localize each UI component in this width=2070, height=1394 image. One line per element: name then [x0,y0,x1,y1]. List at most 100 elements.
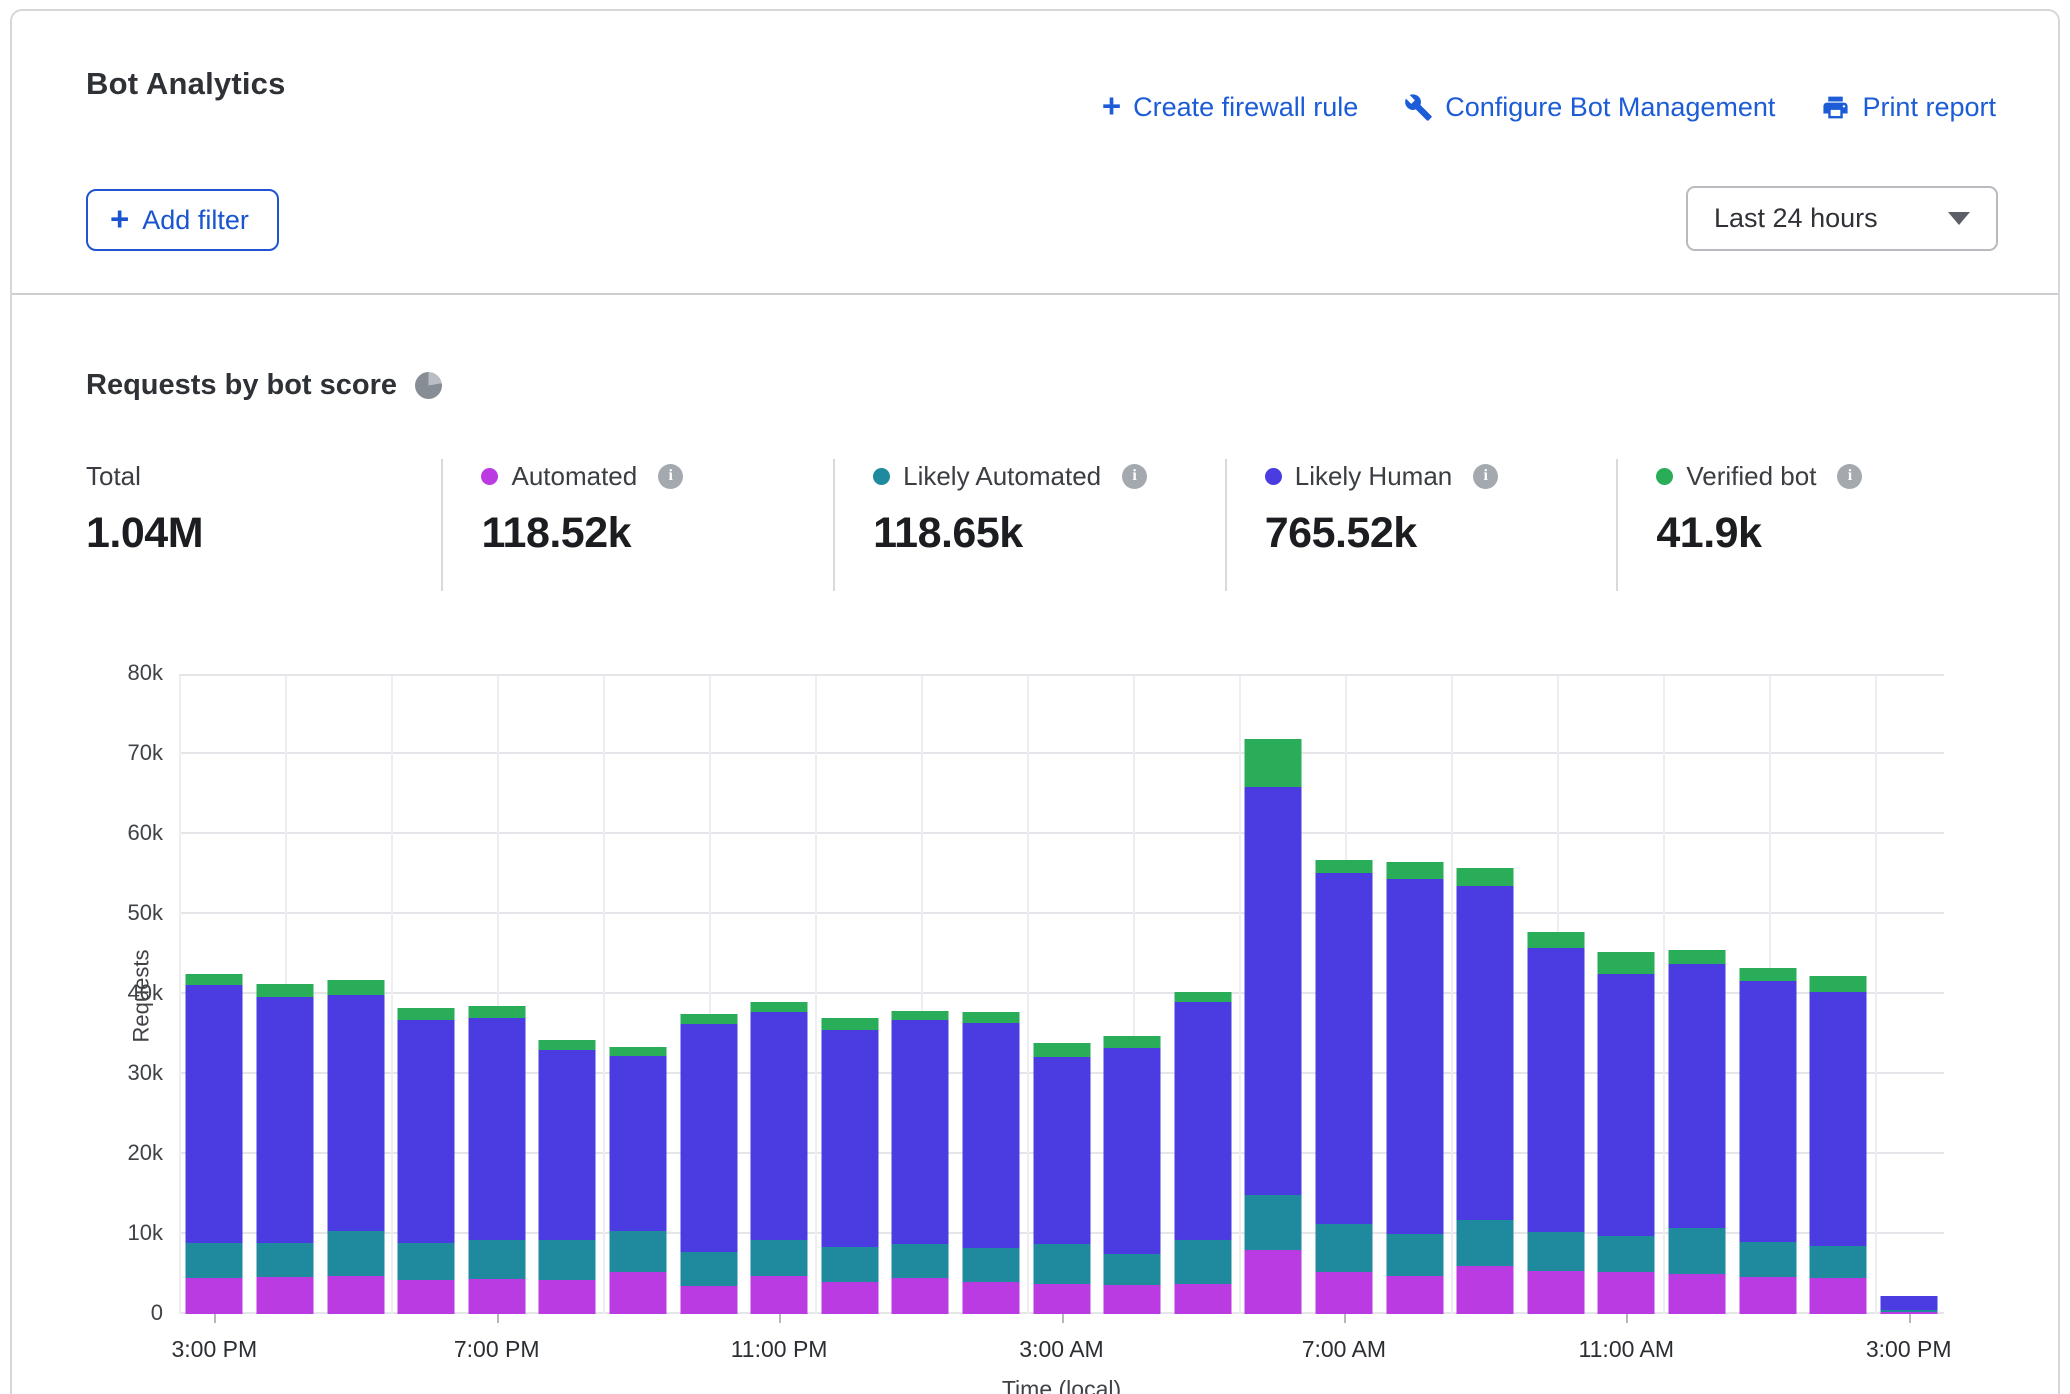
pie-chart-icon [415,372,442,399]
bar-19-900am[interactable] [1457,868,1514,1314]
y-tick-label-0: 0 [73,1300,163,1326]
bar-segment-likely-automated [256,1243,313,1277]
bar-segment-automated [821,1282,878,1314]
bar-16-600am[interactable] [1245,739,1302,1314]
verified-bot-legend-dot [1656,468,1673,485]
bar-18-800am[interactable] [1386,862,1443,1314]
y-tick-label-20k: 20k [73,1140,163,1166]
create-firewall-rule-label: Create firewall rule [1133,92,1358,123]
stat-total-label: Total [86,461,141,492]
info-icon[interactable]: i [658,464,683,489]
bar-segment-likely-human [1033,1057,1090,1243]
bar-20-1000am[interactable] [1527,932,1584,1314]
bar-segment-verified-bot [1315,860,1372,874]
bar-13-300am[interactable] [1033,1043,1090,1314]
info-icon[interactable]: i [1122,464,1147,489]
bar-segment-likely-human [892,1020,949,1243]
bar-segment-likely-automated [186,1243,243,1278]
bar-segment-likely-human [1315,873,1372,1224]
stat-likely-human-label: Likely Human [1295,461,1453,492]
stat-likely-automated-label: Likely Automated [903,461,1101,492]
bar-5-700pm[interactable] [468,1006,525,1314]
bar-22-1200pm[interactable] [1668,950,1725,1314]
section-title-row: Requests by bot score [86,369,442,402]
stat-total-value: 1.04M [86,509,441,558]
bar-6-800pm[interactable] [539,1040,596,1314]
chevron-down-icon [1948,212,1970,225]
bar-segment-likely-automated [751,1240,808,1276]
stat-automated-label: Automated [511,461,637,492]
bar-segment-likely-human [962,1023,1019,1248]
bar-segment-likely-automated [1598,1236,1655,1271]
bar-segment-automated [1033,1284,1090,1314]
bar-segment-automated [892,1278,949,1314]
bar-15-500am[interactable] [1174,992,1231,1314]
bar-17-700am[interactable] [1315,860,1372,1314]
bar-4-600pm[interactable] [398,1008,455,1314]
bar-3-500pm[interactable] [327,980,384,1314]
stats-row: Total 1.04M Automated i 118.52k Likely A… [86,459,2008,591]
bar-segment-verified-bot [609,1047,666,1057]
requests-by-bot-score-chart: Requests Time (local) 010k20k30k40k50k60… [179,674,1944,1314]
bar-segment-likely-human [821,1030,878,1247]
bar-segment-verified-bot [1810,976,1867,991]
bar-segment-likely-human [1810,992,1867,1246]
bar-segment-verified-bot [821,1018,878,1030]
print-report-label: Print report [1862,92,1996,123]
x-tick-mark [1909,1314,1911,1323]
likely-human-legend-dot [1265,468,1282,485]
bar-10-1200am[interactable] [821,1018,878,1314]
x-tick-label-1100am: 11:00 AM [1579,1336,1674,1363]
bar-segment-automated [327,1276,384,1314]
bar-segment-likely-human [327,995,384,1231]
header-divider [12,293,2058,295]
time-range-select[interactable]: Last 24 hours [1686,186,1998,251]
bar-12-200am[interactable] [962,1012,1019,1314]
bar-segment-likely-human [468,1018,525,1240]
bar-segment-verified-bot [186,974,243,985]
bar-segment-automated [1386,1276,1443,1314]
x-tick-label-300am: 3:00 AM [1019,1336,1103,1363]
bar-9-1100pm[interactable] [751,1002,808,1314]
x-axis-title: Time (local) [179,1376,1944,1394]
y-tick-label-40k: 40k [73,980,163,1006]
bar-segment-likely-human [1386,879,1443,1234]
configure-bot-management-link[interactable]: Configure Bot Management [1404,92,1775,123]
stat-likely-automated: Likely Automated i 118.65k [833,459,1225,591]
bar-14-400am[interactable] [1104,1036,1161,1314]
bar-25-300pm[interactable] [1880,1296,1937,1314]
plus-icon: + [110,202,129,235]
bar-segment-likely-automated [962,1248,1019,1283]
stat-likely-human-value: 765.52k [1265,509,1617,558]
bar-1-300pm[interactable] [186,974,243,1314]
bar-2-400pm[interactable] [256,984,313,1314]
bar-segment-likely-human [1104,1048,1161,1254]
add-filter-button[interactable]: + Add filter [86,189,279,251]
create-firewall-rule-link[interactable]: + Create firewall rule [1102,91,1358,124]
automated-legend-dot [481,468,498,485]
y-tick-label-60k: 60k [73,820,163,846]
bar-segment-automated [1457,1266,1514,1314]
bar-segment-likely-automated [1668,1228,1725,1274]
bar-segment-verified-bot [1598,952,1655,974]
bar-segment-likely-human [680,1024,737,1252]
bot-analytics-card: Bot Analytics + Create firewall rule Con… [10,9,2060,1394]
bar-segment-likely-human [1527,948,1584,1232]
likely-automated-legend-dot [873,468,890,485]
bar-11-100am[interactable] [892,1011,949,1314]
bar-7-900pm[interactable] [609,1047,666,1314]
time-range-value: Last 24 hours [1714,203,1878,234]
info-icon[interactable]: i [1473,464,1498,489]
bar-segment-automated [751,1276,808,1314]
bar-segment-likely-human [1174,1002,1231,1240]
bar-8-1000pm[interactable] [680,1014,737,1314]
bar-21-1100am[interactable] [1598,952,1655,1314]
x-tick-label-700am: 7:00 AM [1302,1336,1386,1363]
bar-segment-verified-bot [1739,968,1796,982]
print-report-link[interactable]: Print report [1821,92,1996,123]
bar-24-200pm[interactable] [1810,976,1867,1314]
bar-segment-verified-bot [327,980,384,994]
bar-23-100pm[interactable] [1739,968,1796,1314]
info-icon[interactable]: i [1837,464,1862,489]
bar-segment-verified-bot [468,1006,525,1018]
